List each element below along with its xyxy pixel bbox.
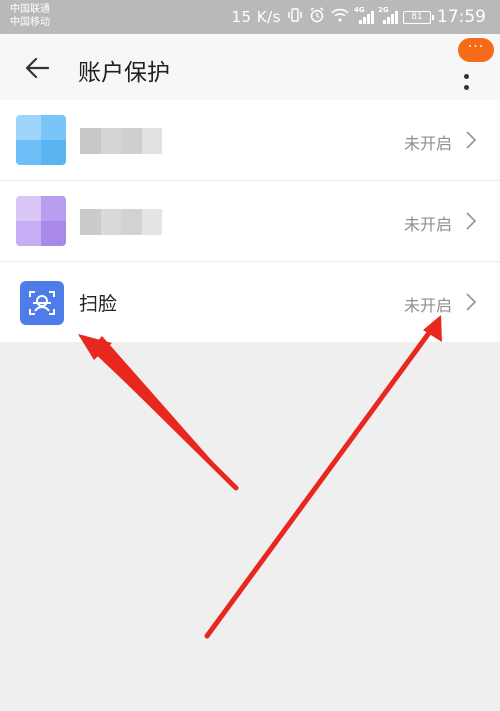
battery-icon: 81	[403, 10, 434, 24]
carrier-2: 中国移动	[10, 17, 50, 28]
blurred-label	[80, 128, 162, 154]
clock: 17:59	[437, 7, 486, 27]
blurred-app-icon	[16, 196, 66, 246]
list-item[interactable]: 未开启	[0, 100, 500, 181]
blurred-label	[80, 209, 162, 235]
signal-4g-icon: 4G	[354, 6, 374, 24]
chevron-right-icon	[466, 212, 477, 230]
vibrate-icon	[287, 7, 303, 27]
item-status: 未开启	[403, 296, 452, 315]
arrow-to-face-scan	[78, 334, 239, 491]
status-bar: 中国联通 中国移动 15 K/s 4G 2G 81 17:59	[0, 0, 500, 34]
status-icons: 15 K/s 4G 2G 81 17:59	[231, 6, 486, 27]
wifi-icon	[331, 8, 349, 26]
carrier-1: 中国联通	[10, 4, 50, 15]
notification-badge[interactable]: ···	[458, 38, 494, 62]
arrow-to-status	[204, 315, 442, 639]
chevron-right-icon	[466, 293, 477, 311]
carrier-info: 中国联通 中国移动	[10, 3, 50, 29]
item-label: 扫脸	[79, 293, 118, 315]
blurred-app-icon	[16, 115, 66, 165]
face-scan-icon	[20, 281, 64, 325]
alarm-icon	[309, 7, 325, 27]
app-header: 账户保护 ···	[0, 34, 500, 100]
list-item[interactable]: 未开启	[0, 181, 500, 262]
item-status: 未开启	[403, 134, 452, 153]
chevron-right-icon	[466, 131, 477, 149]
item-status: 未开启	[403, 215, 452, 234]
back-arrow-icon	[25, 57, 50, 79]
back-button[interactable]	[18, 48, 58, 88]
list-item-face-scan[interactable]: 扫脸 未开启	[0, 262, 500, 342]
net-speed: 15 K/s	[231, 8, 281, 26]
signal-2g-icon: 2G	[378, 6, 398, 24]
security-options-list: 未开启 未开启 扫脸 未开启	[0, 100, 500, 342]
page-title: 账户保护	[78, 60, 170, 86]
